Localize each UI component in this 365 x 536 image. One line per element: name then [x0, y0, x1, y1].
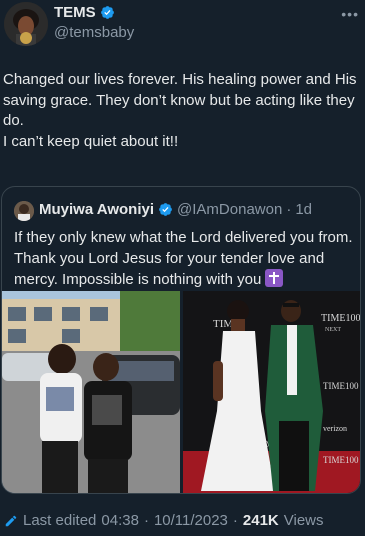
photo-couple-street[interactable]	[2, 291, 180, 493]
quote-author[interactable]: Muyiwa Awoniyi @IAmDonawon · 1d	[39, 201, 312, 218]
pencil-icon	[5, 515, 17, 526]
backdrop-time100-text-2: TIME100	[323, 381, 359, 391]
meta-separator: ·	[143, 512, 149, 529]
latin-cross-emoji	[265, 269, 284, 287]
photo-couple-red-carpet[interactable]: TIME TIME100 NEXT TIME100 verizon TIME10…	[183, 291, 360, 493]
views-count: 241K	[242, 512, 279, 529]
quote-separator: ·	[286, 201, 292, 218]
verified-badge-icon	[159, 203, 172, 216]
edited-label[interactable]: Last edited	[23, 512, 96, 529]
backdrop-time100-text-3: TIME100	[323, 455, 359, 465]
meta-separator-2: ·	[232, 512, 238, 529]
quote-text: If they only knew what the Lord delivere…	[14, 227, 354, 290]
backdrop-next-text: NEXT	[325, 327, 341, 333]
quote-time[interactable]: 1d	[295, 201, 312, 218]
tweet-text: Changed our lives forever. His healing p…	[3, 71, 357, 150]
verified-badge-icon	[100, 6, 114, 19]
tweet: TEMS @temsbaby ••• Changed our lives for…	[0, 0, 365, 536]
author-handle[interactable]: @temsbaby	[54, 24, 134, 41]
views-label: Views	[283, 512, 324, 529]
edited-date[interactable]: 10/11/2023	[154, 512, 228, 529]
author-name[interactable]: TEMS	[54, 4, 115, 21]
quote-text-body: If they only knew what the Lord delivere…	[14, 229, 353, 288]
backdrop-verizon-text: verizon	[323, 424, 347, 433]
edited-time[interactable]: 04:38	[101, 512, 139, 529]
quote-author-avatar[interactable]	[14, 201, 34, 221]
quoted-tweet[interactable]: Muyiwa Awoniyi @IAmDonawon · 1d If they on…	[1, 186, 361, 494]
quote-handle[interactable]: @IAmDonawon	[177, 201, 282, 218]
author-avatar[interactable]	[4, 2, 48, 46]
more-horizontal-icon[interactable]: •••	[341, 6, 359, 22]
backdrop-time100-text: TIME100	[321, 313, 360, 324]
tweet-meta: Last edited 04:38 · 10/11/2023 · 241K Vi…	[4, 512, 324, 529]
